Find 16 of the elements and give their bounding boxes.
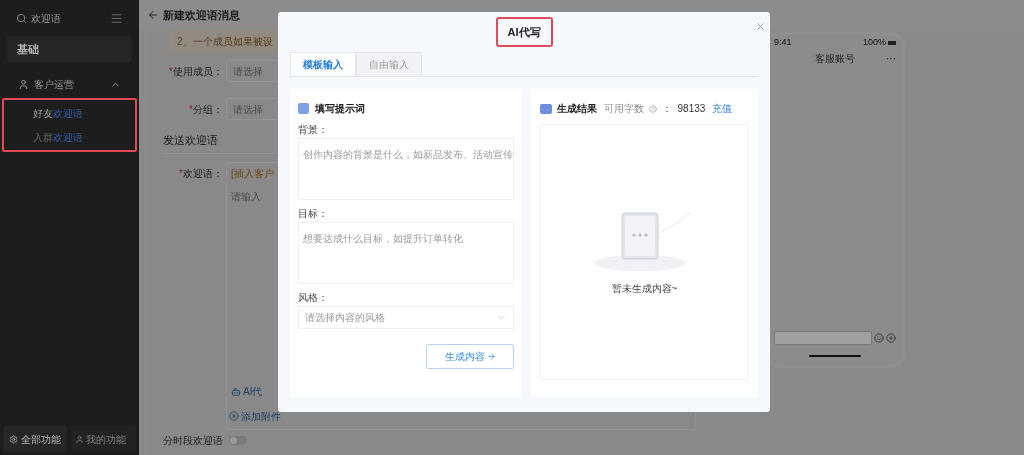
field-label: 风格： [298, 291, 329, 304]
dialog-title: AI代写 [495, 16, 553, 48]
chat-title: 客服账号 [815, 51, 855, 66]
field-label: *分组： [188, 102, 223, 117]
page-title: 新建欢迎语消息 [163, 7, 240, 23]
field-label: 分时段欢迎语 [163, 434, 223, 448]
field-label: 目标： [298, 207, 329, 220]
status-time: 9:41 [774, 36, 792, 50]
quota-value: ： 98133 [662, 102, 706, 116]
battery-level: 100% [862, 36, 886, 50]
card-title: 生成结果 [557, 102, 597, 116]
card-title: 填写提示词 [315, 102, 365, 116]
empty-message: 暂未生成内容~ [611, 281, 678, 296]
field-label: *欢迎语： [178, 167, 223, 181]
quota-label: 可用字数 [604, 102, 644, 116]
field-label: *使用成员： [168, 64, 223, 79]
